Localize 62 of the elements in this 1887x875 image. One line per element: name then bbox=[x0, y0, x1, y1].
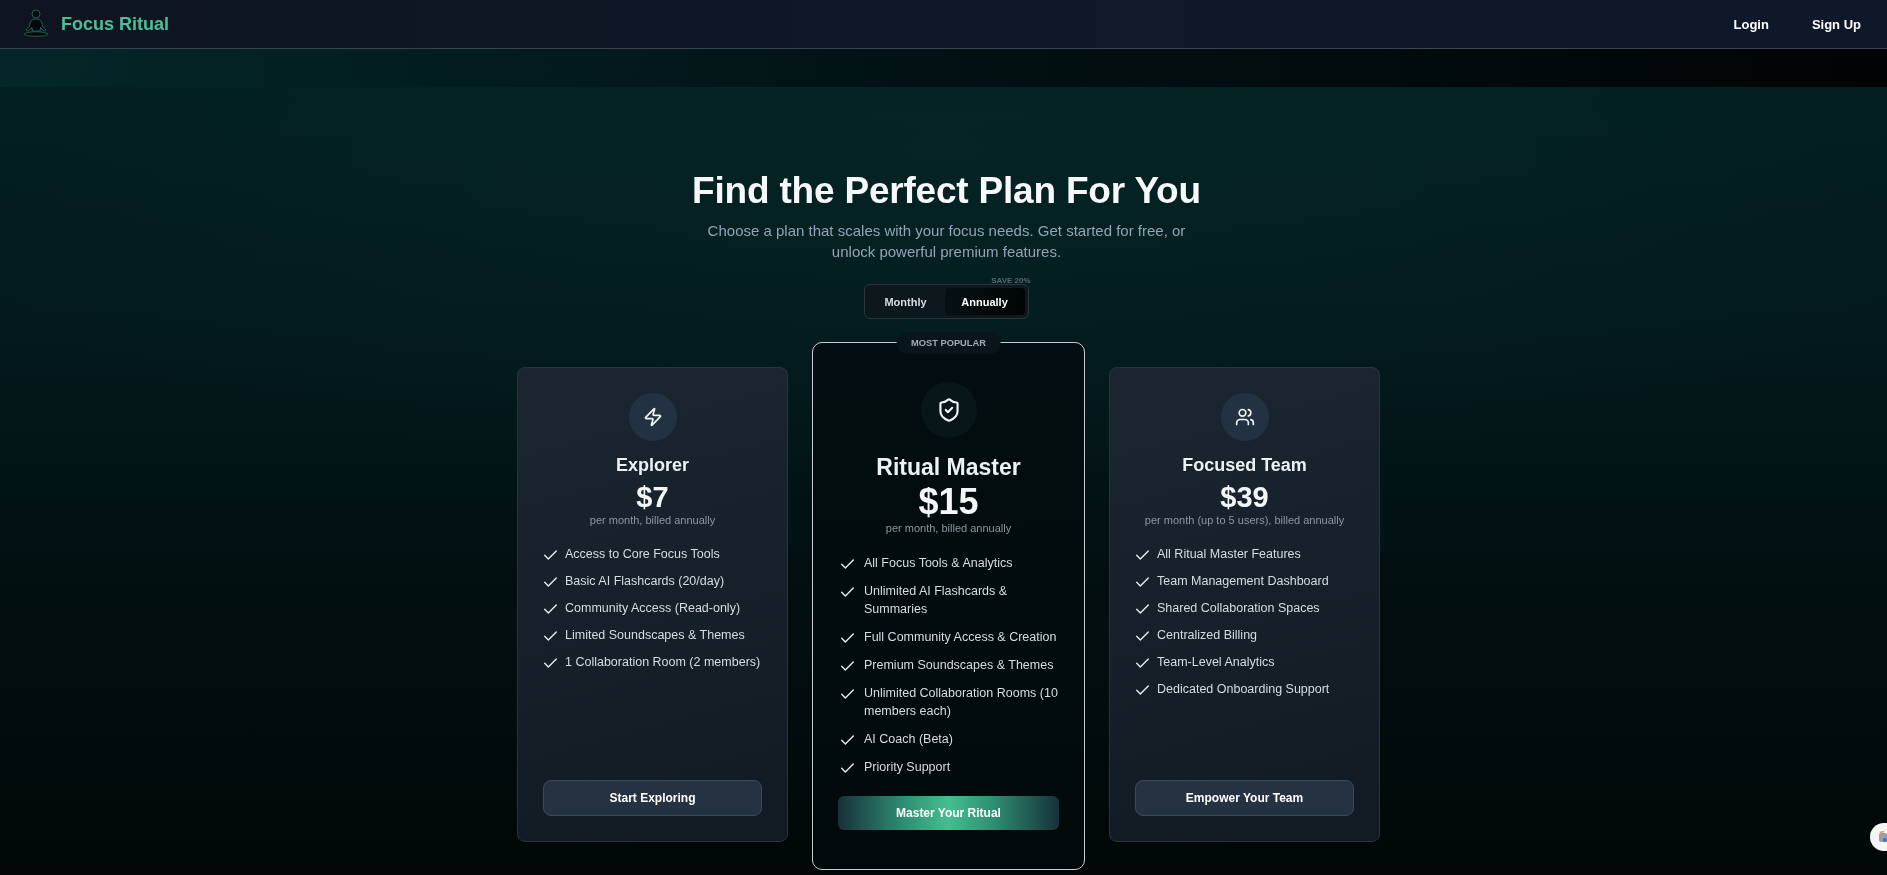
check-icon bbox=[544, 631, 557, 641]
page-subtitle: Choose a plan that scales with your focus needs. Get started for free, or unlock powerful premium features. bbox=[706, 221, 1187, 262]
billing-option[interactable]: Annually bbox=[944, 288, 1025, 315]
nav-link[interactable]: Sign Up bbox=[1811, 16, 1861, 32]
feature-text: Shared Collaboration Spaces bbox=[1157, 600, 1320, 617]
check-icon bbox=[1136, 577, 1149, 587]
page-title: Find the Perfect Plan For You bbox=[692, 169, 1201, 213]
check-icon bbox=[544, 577, 557, 587]
check-icon bbox=[841, 633, 854, 643]
check-icon bbox=[1136, 604, 1149, 614]
plan-price: $39 bbox=[1220, 481, 1269, 513]
check-icon bbox=[1136, 631, 1149, 641]
feature-text: Dedicated Onboarding Support bbox=[1157, 681, 1330, 698]
plan-price: $15 bbox=[918, 483, 979, 521]
check-icon bbox=[544, 604, 557, 614]
feature-text: Limited Soundscapes & Themes bbox=[565, 627, 745, 644]
plan-button[interactable]: Start Exploring bbox=[543, 780, 762, 816]
check-icon bbox=[544, 550, 557, 560]
feature-text: Priority Support bbox=[864, 759, 951, 776]
check-icon bbox=[544, 658, 557, 668]
check-icon bbox=[841, 587, 854, 597]
popular-badge: MOST POPULAR bbox=[896, 332, 1001, 354]
feature-text: Unlimited AI Flashcards & Summaries bbox=[864, 583, 1009, 618]
feature-text: Community Access (Read-only) bbox=[565, 600, 741, 617]
billing-note: per month, billed annually bbox=[885, 521, 1012, 536]
check-icon bbox=[1136, 658, 1149, 668]
shield-check-icon bbox=[920, 382, 977, 438]
brand-name[interactable]: Focus Ritual bbox=[61, 13, 169, 35]
nav-link[interactable]: Login bbox=[1733, 16, 1769, 32]
billing-option[interactable]: Monthly bbox=[868, 288, 943, 315]
feature-text: Full Community Access & Creation bbox=[864, 629, 1057, 646]
feature-text: Unlimited Collaboration Rooms (10 members each) bbox=[864, 685, 1059, 720]
plan-price: $7 bbox=[636, 481, 669, 513]
check-icon bbox=[841, 689, 854, 699]
meditation-icon bbox=[22, 9, 50, 39]
check-icon bbox=[1136, 685, 1149, 695]
plan-name: Focused Team bbox=[1182, 454, 1307, 477]
plan-button[interactable]: Empower Your Team bbox=[1135, 780, 1354, 816]
check-icon bbox=[841, 661, 854, 671]
plan-button[interactable]: Master Your Ritual bbox=[838, 796, 1059, 830]
feature-text: All Focus Tools & Analytics bbox=[864, 555, 1013, 572]
check-icon bbox=[1136, 550, 1149, 560]
feature-text: Centralized Billing bbox=[1157, 627, 1258, 644]
billing-note: per month, billed annually bbox=[589, 513, 716, 528]
users-icon bbox=[1220, 393, 1269, 441]
app-icon bbox=[1878, 831, 1887, 843]
plan-name: Explorer bbox=[616, 454, 689, 477]
discount-label: SAVE 20% bbox=[991, 276, 1031, 286]
plan-name: Ritual Master bbox=[876, 453, 1021, 482]
billing-note: per month (up to 5 users), billed annually bbox=[1144, 513, 1345, 528]
check-icon bbox=[841, 735, 854, 745]
feature-text: 1 Collaboration Room (2 members) bbox=[565, 654, 761, 671]
feature-text: All Ritual Master Features bbox=[1157, 546, 1301, 563]
feature-text: Premium Soundscapes & Themes bbox=[864, 657, 1054, 674]
feature-text: Basic AI Flashcards (20/day) bbox=[565, 573, 725, 590]
check-icon bbox=[841, 559, 854, 569]
check-icon bbox=[841, 763, 854, 773]
feature-text: Team-Level Analytics bbox=[1157, 654, 1275, 671]
feature-text: Team Management Dashboard bbox=[1157, 573, 1329, 590]
feature-text: Access to Core Focus Tools bbox=[565, 546, 720, 563]
feature-text: AI Coach (Beta) bbox=[864, 731, 953, 748]
lightning-icon bbox=[628, 393, 677, 441]
